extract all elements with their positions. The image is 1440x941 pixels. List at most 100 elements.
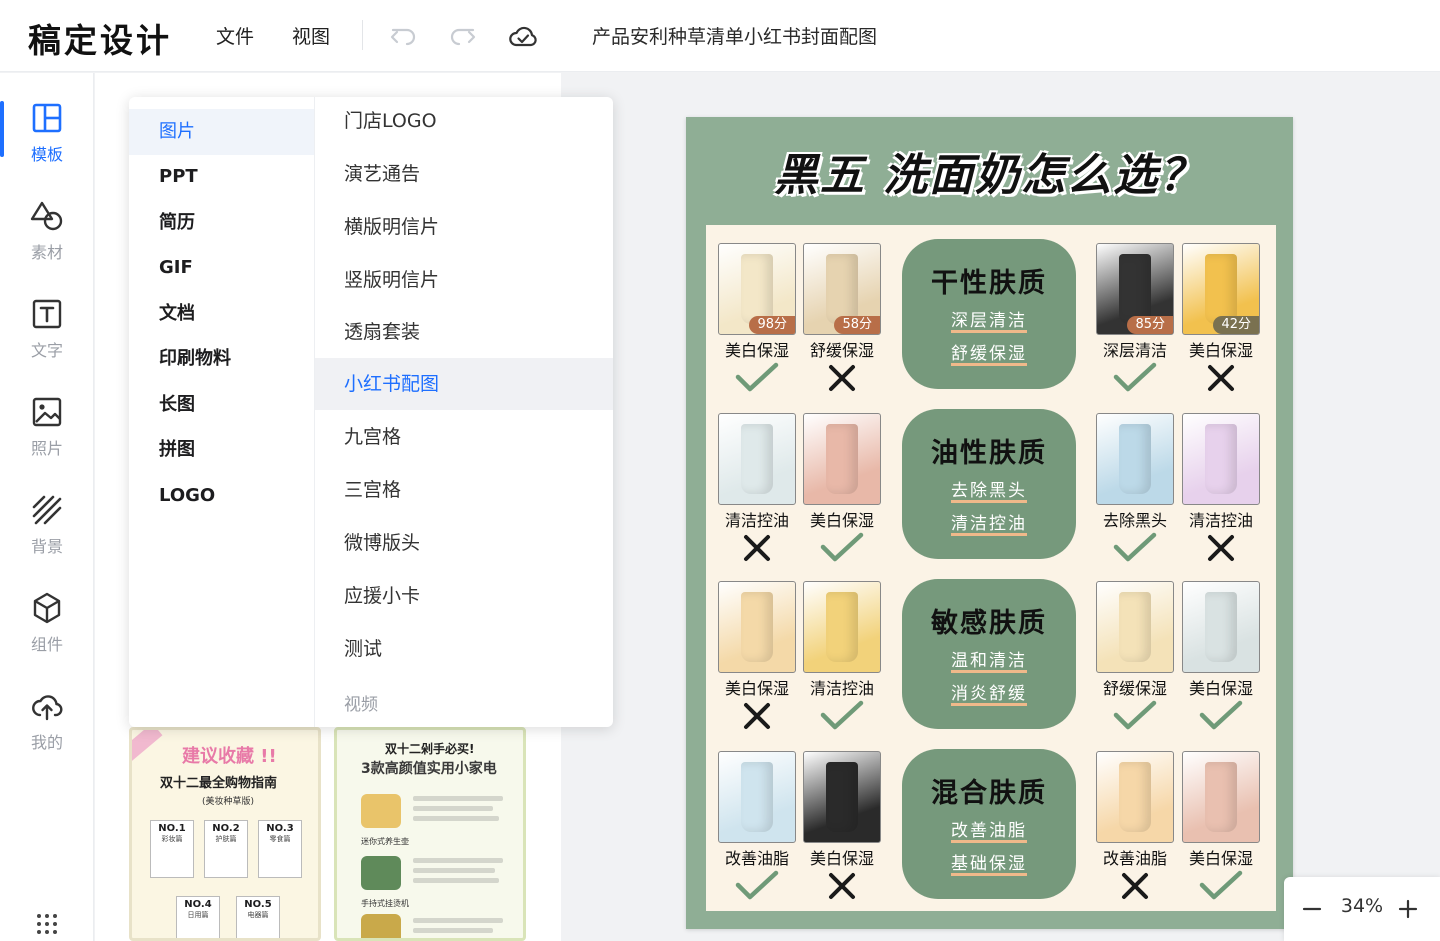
rail-item-components[interactable]: 组件 [0,591,94,671]
cross-icon [1122,873,1148,899]
rail-label: 背景 [30,537,63,556]
subcategory-item[interactable]: 九宫格 [315,411,613,463]
subcategory-item[interactable]: 横版明信片 [315,201,613,253]
product-image: 42分 [1182,243,1260,335]
product-tube-shape [1119,592,1151,662]
product-card: 舒缓保湿 [1096,581,1174,735]
skin-card-line: 去除黑头 [951,481,1027,503]
product-name: 舒缓保湿 [1102,679,1167,698]
category-collage[interactable]: 拼图 [129,427,314,473]
category-logo[interactable]: LOGO [129,473,314,519]
subcategory-item-active[interactable]: 小红书配图 [315,358,613,410]
zoom-in-icon[interactable] [1392,893,1424,925]
subcategory-item[interactable]: 演艺通告 [315,148,613,200]
skin-card-line: 基础保湿 [951,854,1027,876]
product-card: 改善油脂 [1096,751,1174,905]
subcategory-item[interactable]: 三宫格 [315,464,613,516]
thumb-title: 建议收藏 !! [182,746,277,767]
subcategory-item[interactable]: 微博版头 [315,517,613,569]
thumb-text-line [413,858,503,863]
product-tube-shape [1205,762,1237,832]
thumb-subtitle-2: (美妆种草版) [202,797,255,807]
product-card: 85分 深层清洁 [1096,243,1174,397]
rail-item-photos[interactable]: 照片 [0,395,94,475]
skin-card-line: 改善油脂 [951,821,1027,843]
skin-card-line: 清洁控油 [951,514,1027,536]
thumb-text-line [413,868,495,873]
redo-icon[interactable] [446,20,478,52]
rail-item-materials[interactable]: 素材 [0,199,94,279]
undo-icon[interactable] [388,20,420,52]
product-card: 清洁控油 [1182,413,1260,567]
subcategory-item[interactable]: 竖版明信片 [315,254,613,306]
check-icon [1113,362,1157,392]
product-score-badge: 98分 [749,316,795,334]
product-image [1182,413,1260,505]
rail-item-mine[interactable]: 我的 [0,689,94,769]
toolbar-divider [362,20,363,50]
menu-view[interactable]: 视图 [292,22,330,49]
category-resume[interactable]: 简历 [129,200,314,246]
product-image [803,581,881,673]
skin-card-sensitive: 敏感肤质 温和清洁 消炎舒缓 [902,579,1076,729]
rail-label: 组件 [30,635,63,654]
product-tube-shape [741,254,773,324]
product-tube-shape [826,592,858,662]
thumb-card: NO.5 电器篇 [236,896,280,938]
zoom-out-icon[interactable] [1296,893,1328,925]
product-image [1182,751,1260,843]
canvas-poster[interactable]: 黑五 洗面奶怎么选？ 干性肤质 深层清洁 舒缓保湿 油性肤质 去除黑头 清洁控油… [686,117,1293,929]
category-print[interactable]: 印刷物料 [129,336,314,382]
top-bar: 稿定设计 文件 视图 产品安利种草清单小红书封面配图 [0,0,1440,72]
product-tube-shape [741,762,773,832]
template-thumbnail[interactable]: 双十二剁手必买! 3款高颜值实用小家电 迷你式养生壶 手持式挂烫机 [334,727,526,941]
more-grid-icon[interactable] [36,913,58,935]
product-image: 98分 [718,243,796,335]
category-gif[interactable]: GIF [129,245,314,291]
product-tube-shape [826,424,858,494]
category-ppt[interactable]: PPT [129,154,314,200]
thumb-text-line [413,878,499,883]
cloud-saved-icon[interactable] [507,20,539,52]
cross-icon [829,365,855,391]
text-icon [32,299,62,329]
rail-label: 模板 [30,145,63,164]
subcategory-item[interactable]: 应援小卡 [315,570,613,622]
rail-item-text[interactable]: 文字 [0,297,94,377]
cross-icon [1208,535,1234,561]
thumb-card: NO.4 日用篇 [176,896,220,938]
thumb-text-line [413,816,499,821]
template-thumbnail[interactable]: 建议收藏 !! 双十二最全购物指南 (美妆种草版) NO.1 彩妆篇 NO.2 护肤… [129,727,321,941]
product-image [1096,581,1174,673]
product-tube-shape [741,592,773,662]
product-tube-shape [826,254,858,324]
menu-file[interactable]: 文件 [216,22,254,49]
category-document[interactable]: 文档 [129,291,314,337]
skin-card-line: 深层清洁 [951,311,1027,333]
app-logo[interactable]: 稿定设计 [28,14,172,62]
subcategory-item[interactable]: 透扇套装 [315,306,613,358]
subcategory-item[interactable]: 测试 [315,623,613,675]
category-list: 图片 PPT 简历 GIF 文档 印刷物料 长图 拼图 LOGO [129,97,315,727]
product-image: 85分 [1096,243,1174,335]
cross-icon [744,535,770,561]
category-long-image[interactable]: 长图 [129,382,314,428]
product-score-badge: 58分 [834,316,880,334]
check-icon [735,870,779,900]
skin-card-combination: 混合肤质 改善油脂 基础保湿 [902,749,1076,899]
cross-icon [829,873,855,899]
skin-card-dry: 干性肤质 深层清洁 舒缓保湿 [902,239,1076,389]
product-image [718,581,796,673]
category-image[interactable]: 图片 [129,109,314,155]
document-title[interactable]: 产品安利种草清单小红书封面配图 [592,22,877,49]
thumb-label: 手持式挂烫机 [361,899,409,908]
rail-item-background[interactable]: 背景 [0,493,94,573]
product-name: 改善油脂 [724,849,789,868]
skin-card-title: 敏感肤质 [931,608,1047,639]
rail-item-template[interactable]: 模板 [0,101,94,181]
skin-card-title: 干性肤质 [931,268,1047,299]
subcategory-item[interactable]: 门店LOGO [315,97,613,147]
product-card: 58分 舒缓保湿 [803,243,881,397]
zoom-level[interactable]: 34% [1338,895,1386,917]
product-name: 美白保湿 [809,849,874,868]
